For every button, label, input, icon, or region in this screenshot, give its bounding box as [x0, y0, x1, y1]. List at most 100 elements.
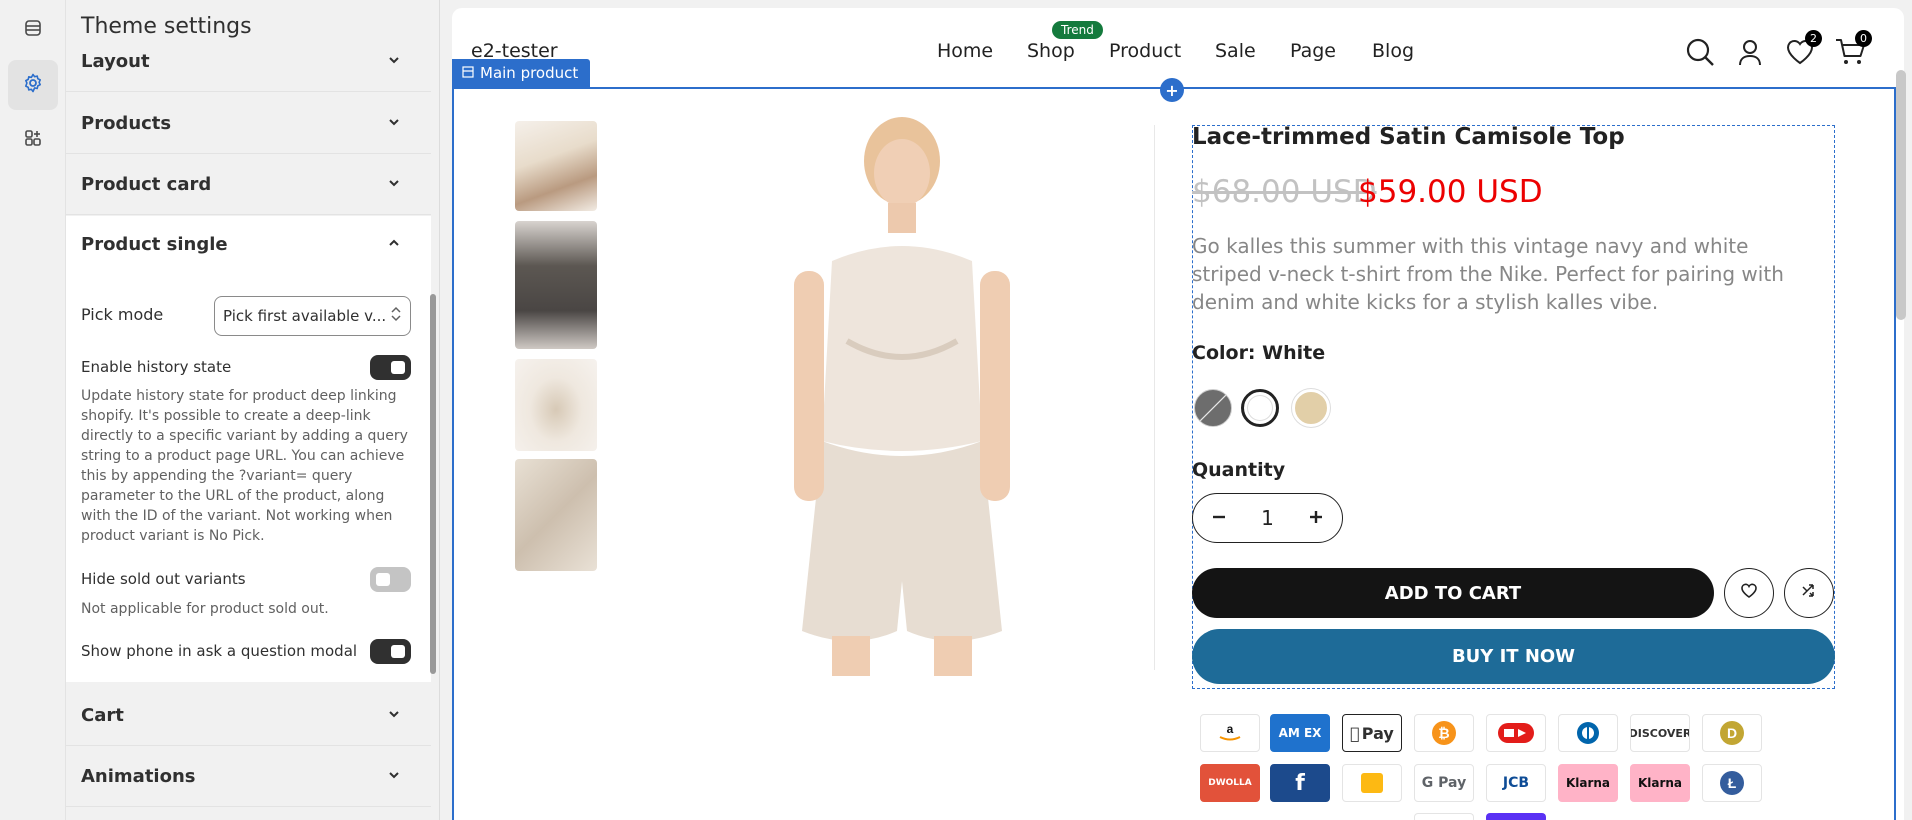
chevron-down-icon [387, 175, 401, 194]
section-cart[interactable]: Cart [66, 686, 431, 746]
nav-home[interactable]: Home [937, 40, 993, 62]
nav-page[interactable]: Page [1290, 40, 1336, 62]
add-to-wishlist-button[interactable] [1724, 568, 1774, 618]
section-tag-label: Main product [480, 64, 579, 82]
diners-payment-icon [1558, 714, 1618, 752]
color-swatch-beige[interactable] [1292, 389, 1330, 427]
sections-icon [23, 18, 43, 42]
quantity-value[interactable]: 1 [1261, 506, 1274, 530]
buy-it-now-button[interactable]: BUY IT NOW [1192, 629, 1835, 684]
section-products[interactable]: Products [66, 94, 431, 154]
section-icon [462, 64, 474, 82]
dogecoin-payment-icon: D [1702, 714, 1762, 752]
trend-badge: Trend [1052, 21, 1103, 39]
dankort-payment-icon [1486, 714, 1546, 752]
jcb-payment-icon: JCB [1486, 764, 1546, 802]
compare-button[interactable] [1784, 568, 1834, 618]
discover-payment-icon: DISCOVER [1630, 714, 1690, 752]
bitcoin-payment-icon: ₿ [1414, 714, 1474, 752]
apps-nav-button[interactable] [8, 115, 58, 165]
history-state-help: Update history state for product deep li… [81, 388, 408, 544]
svg-text:a: a [1227, 722, 1234, 736]
nav-sale[interactable]: Sale [1215, 40, 1256, 62]
google-pay-payment-icon: G Pay [1414, 764, 1474, 802]
hide-sold-out-label: Hide sold out variants [81, 570, 246, 588]
product-thumbnail[interactable] [515, 459, 597, 571]
section-label: Cart [81, 705, 124, 726]
heart-icon [1740, 583, 1758, 603]
sale-price: $59.00 USD [1358, 174, 1543, 210]
section-label: Product card [81, 174, 212, 195]
dwolla-payment-icon: DWOLLA [1200, 764, 1260, 802]
account-icon[interactable] [1732, 34, 1768, 70]
plus-icon[interactable] [1308, 506, 1324, 530]
history-state-label: Enable history state [81, 358, 232, 376]
history-state-toggle[interactable] [370, 355, 411, 380]
cart-count-badge: 0 [1855, 30, 1872, 47]
chevron-down-icon [387, 52, 401, 71]
amex-payment-icon: AM EX [1270, 714, 1330, 752]
preview-scrollbar[interactable] [1896, 70, 1906, 320]
wishlist-count-badge: 2 [1805, 30, 1822, 47]
section-label: Layout [81, 51, 150, 72]
color-swatch-white[interactable] [1241, 389, 1279, 427]
minus-icon[interactable] [1211, 506, 1227, 530]
shuffle-icon [1801, 583, 1817, 603]
main-product-section-tag[interactable]: Main product [452, 59, 591, 87]
shop-pay-payment-icon [1486, 813, 1546, 820]
cart-icon[interactable]: 0 [1832, 30, 1872, 70]
quantity-stepper: 1 [1192, 493, 1343, 543]
section-product-single-header[interactable]: Product single [81, 234, 401, 255]
nav-blog[interactable]: Blog [1372, 40, 1414, 62]
section-animations[interactable]: Animations [66, 747, 431, 807]
theme-settings-nav-button[interactable] [8, 60, 58, 110]
nav-product[interactable]: Product [1109, 40, 1181, 62]
section-label: Product single [81, 234, 228, 255]
color-swatch-grey[interactable] [1194, 389, 1232, 427]
pick-mode-value: Pick first available v... [223, 307, 387, 325]
forbrugsforeningen-payment-icon: f [1270, 764, 1330, 802]
settings-panel: Layout Theme settings Products Product c… [66, 0, 440, 820]
interac-payment-icon [1342, 764, 1402, 802]
panel-scrollbar[interactable] [430, 294, 436, 674]
section-product-single: Product single Pick mode Pick first avai… [66, 216, 431, 682]
product-description: Go kalles this summer with this vintage … [1192, 234, 1784, 314]
sections-nav-button[interactable] [8, 5, 58, 55]
nav-shop[interactable]: Shop [1027, 40, 1075, 62]
product-thumbnail[interactable] [515, 121, 597, 211]
product-thumbnail[interactable] [515, 221, 597, 349]
select-arrows-icon [390, 306, 402, 326]
chevron-down-icon [387, 706, 401, 725]
show-phone-label: Show phone in ask a question modal [81, 642, 358, 660]
product-title: Lace-trimmed Satin Camisole Top [1192, 124, 1625, 150]
apple-pay-payment-icon: Pay [1342, 714, 1402, 752]
add-to-cart-button[interactable]: ADD TO CART [1192, 568, 1714, 618]
search-icon[interactable] [1682, 34, 1718, 70]
chevron-down-icon [387, 767, 401, 786]
icon-rail [0, 0, 66, 820]
hide-sold-out-toggle[interactable] [370, 567, 411, 592]
wishlist-icon[interactable]: 2 [1782, 30, 1822, 70]
gallery-divider [1154, 125, 1155, 670]
compare-at-price: $68.00 USD [1192, 174, 1377, 210]
svg-text:Ł: Ł [1728, 775, 1737, 791]
pick-mode-label: Pick mode [81, 305, 164, 324]
apps-icon [23, 128, 43, 152]
show-phone-toggle[interactable] [370, 639, 411, 664]
klarna-payment-icon: Klarna [1558, 764, 1618, 802]
hide-sold-out-help: Not applicable for product sold out. [81, 601, 329, 617]
section-label: Animations [81, 766, 196, 787]
store-preview: e2-tester Home Shop Trend Product Sale P… [452, 8, 1904, 820]
gear-icon [22, 72, 44, 98]
chevron-down-icon [387, 114, 401, 133]
product-thumbnail[interactable] [515, 359, 597, 451]
pick-mode-select[interactable]: Pick first available v... [214, 296, 411, 336]
color-label: Color: White [1192, 342, 1326, 364]
add-block-plus-icon[interactable]: + [1160, 78, 1184, 102]
svg-text:D: D [1727, 725, 1737, 741]
amazon-payment-icon: a [1200, 714, 1260, 752]
product-main-image[interactable] [702, 111, 1092, 676]
klarna-payment-icon: Klarna [1630, 764, 1690, 802]
section-product-card[interactable]: Product card [66, 155, 431, 215]
section-label: Products [81, 113, 172, 134]
